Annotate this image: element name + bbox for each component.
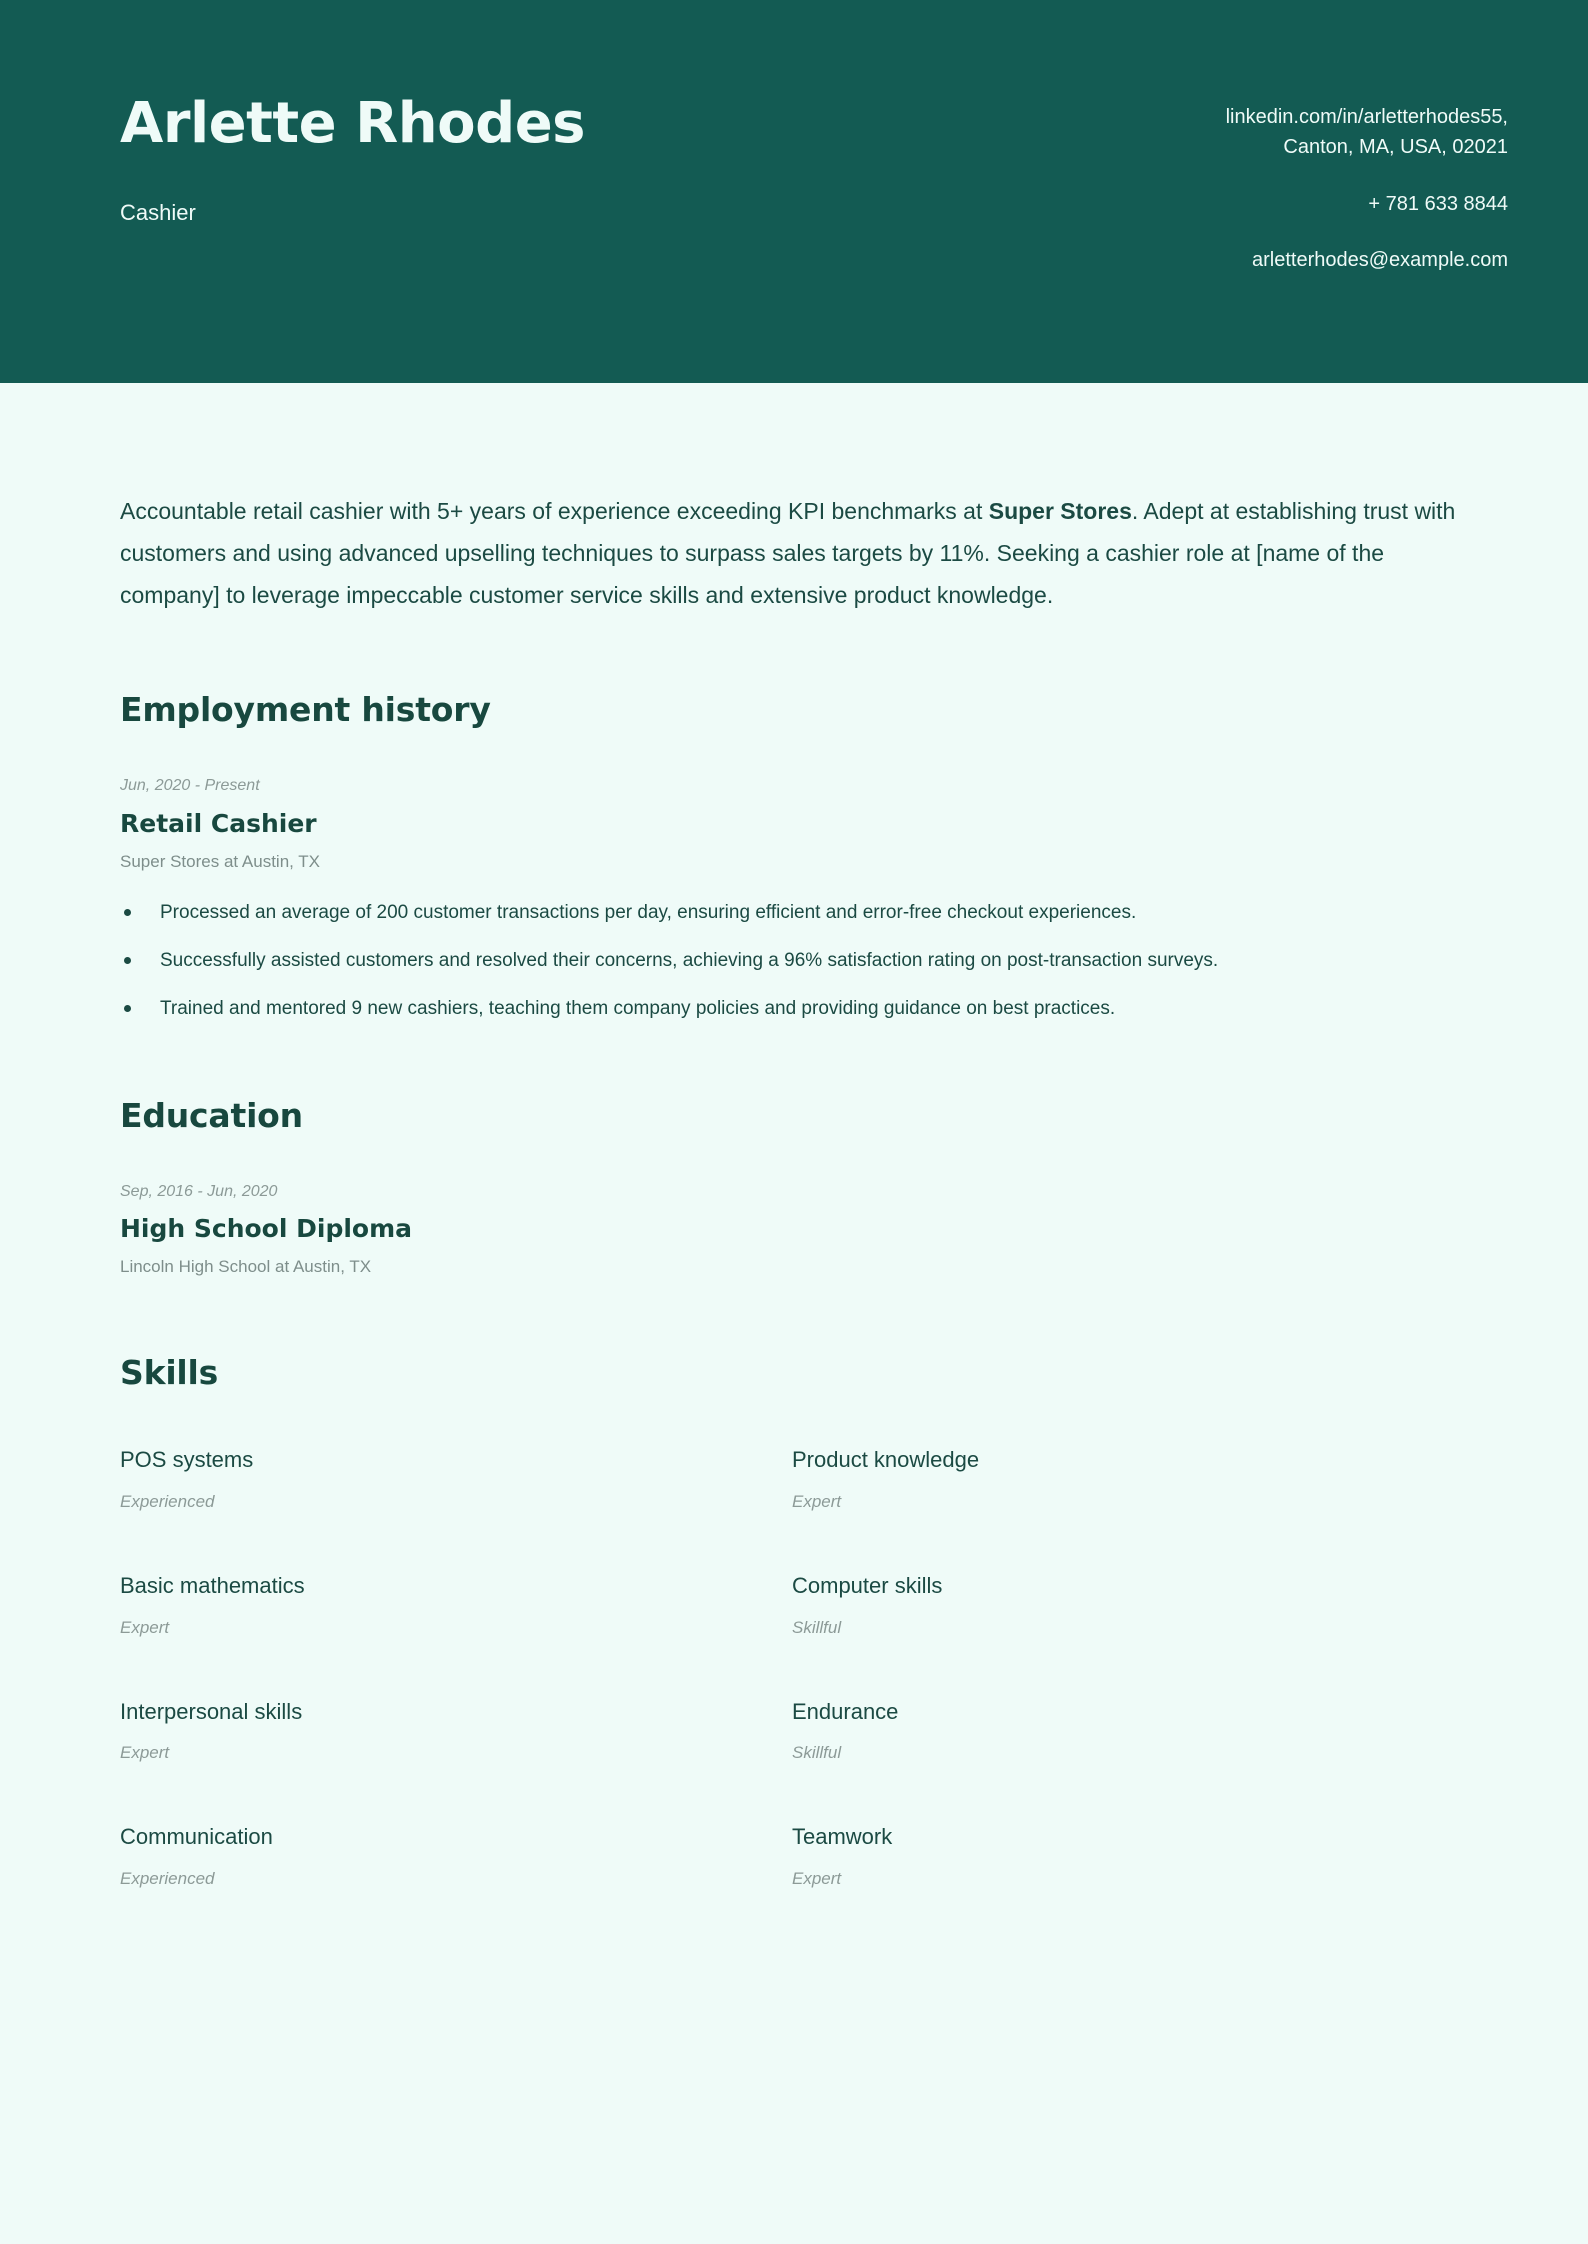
skill-level: Expert <box>792 1868 842 1888</box>
professional-summary: Accountable retail cashier with 5+ years… <box>120 490 1468 616</box>
employment-role: Retail Cashier <box>120 808 317 838</box>
bullet-dot-icon <box>124 909 131 917</box>
bullet-text: Trained and mentored 9 new cashiers, tea… <box>160 997 1116 1019</box>
bullet-text: Processed an average of 200 customer tra… <box>160 902 1137 924</box>
contact-email-block: arletterhodes@example.com <box>1226 245 1508 275</box>
skills-grid: POS systems Experienced Product knowledg… <box>120 1446 1468 1890</box>
skill-name: Product knowledge <box>792 1447 980 1473</box>
skill-level: Expert <box>120 1617 170 1637</box>
section-employment-history: Employment history Jun, 2020 - Present R… <box>120 690 1468 1022</box>
resume-page: Arlette Rhodes Cashier linkedin.com/in/a… <box>0 0 1588 2244</box>
skill-name: Teamwork <box>792 1824 893 1850</box>
skill-level: Expert <box>120 1743 170 1763</box>
list-item: Processed an average of 200 customer tra… <box>120 899 1468 927</box>
skill-level: Experienced <box>120 1868 215 1888</box>
contact-address-block: linkedin.com/in/arletterhodes55, Canton,… <box>1226 102 1508 163</box>
bullet-dot-icon <box>124 956 131 964</box>
skill-item: Teamwork Expert <box>792 1823 1468 1890</box>
skill-name: Interpersonal skills <box>120 1698 303 1724</box>
skill-name: Basic mathematics <box>120 1572 305 1598</box>
employment-date: Jun, 2020 - Present <box>120 777 260 795</box>
section-heading-education: Education <box>120 1096 303 1136</box>
bullet-text: Successfully assisted customers and reso… <box>160 949 1219 971</box>
skill-name: POS systems <box>120 1447 254 1473</box>
list-item: Successfully assisted customers and reso… <box>120 947 1468 975</box>
skill-level: Skillful <box>792 1743 842 1763</box>
skill-level: Skillful <box>792 1617 842 1637</box>
skill-name: Endurance <box>792 1698 899 1724</box>
section-education: Education Sep, 2016 - Jun, 2020 High Sch… <box>120 1096 1468 1279</box>
section-heading-skills: Skills <box>120 1353 219 1393</box>
skill-item: POS systems Experienced <box>120 1446 792 1513</box>
education-date: Sep, 2016 - Jun, 2020 <box>120 1183 278 1201</box>
education-entry: Sep, 2016 - Jun, 2020 High School Diplom… <box>120 1181 1468 1279</box>
bullet-dot-icon <box>124 1004 131 1012</box>
skill-level: Expert <box>792 1491 842 1511</box>
employment-entry: Jun, 2020 - Present Retail Cashier Super… <box>120 775 1468 1022</box>
contact-phone-block: + 781 633 8844 <box>1226 189 1508 219</box>
contact-linkedin[interactable]: linkedin.com/in/arletterhodes55, <box>1226 102 1508 132</box>
resume-body: Accountable retail cashier with 5+ years… <box>0 490 1588 1890</box>
skill-item: Basic mathematics Expert <box>120 1572 792 1639</box>
list-item: Trained and mentored 9 new cashiers, tea… <box>120 995 1468 1023</box>
skill-name: Communication <box>120 1824 273 1850</box>
skill-item: Communication Experienced <box>120 1823 792 1890</box>
employment-organization: Super Stores at Austin, TX <box>120 851 321 871</box>
section-skills: Skills POS systems Experienced Product k… <box>120 1353 1468 1890</box>
skill-item: Product knowledge Expert <box>792 1446 1468 1513</box>
skill-item: Endurance Skillful <box>792 1698 1468 1765</box>
section-heading-employment: Employment history <box>120 690 491 730</box>
summary-part-1: Accountable retail cashier with 5+ years… <box>120 498 989 524</box>
education-institution: Lincoln High School at Austin, TX <box>120 1257 372 1277</box>
contact-details: linkedin.com/in/arletterhodes55, Canton,… <box>1226 95 1508 276</box>
contact-location: Canton, MA, USA, 02021 <box>1283 136 1508 159</box>
header-identity: Arlette Rhodes Cashier <box>120 91 586 226</box>
skill-level: Experienced <box>120 1491 215 1511</box>
skill-item: Computer skills Skillful <box>792 1572 1468 1639</box>
skill-item: Interpersonal skills Expert <box>120 1698 792 1765</box>
page-title: Arlette Rhodes <box>120 91 586 156</box>
job-title: Cashier <box>120 199 196 225</box>
summary-highlight: Super Stores <box>988 498 1132 524</box>
contact-phone[interactable]: + 781 633 8844 <box>1226 189 1508 219</box>
contact-email[interactable]: arletterhodes@example.com <box>1226 245 1508 275</box>
education-degree: High School Diploma <box>120 1214 413 1244</box>
employment-bullet-list: Processed an average of 200 customer tra… <box>120 899 1468 1022</box>
resume-header: Arlette Rhodes Cashier linkedin.com/in/a… <box>0 0 1588 383</box>
skill-name: Computer skills <box>792 1572 943 1598</box>
